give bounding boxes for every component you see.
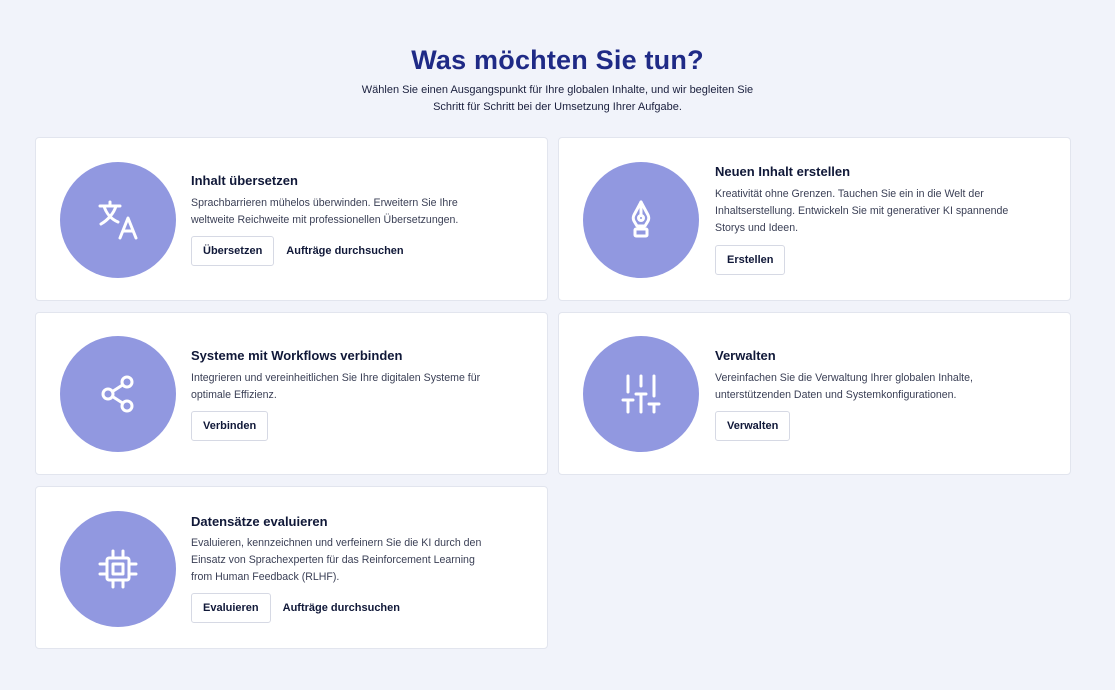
card-description-line: Vereinfachen Sie die Verwaltung Ihrer gl… — [715, 372, 973, 384]
card-description-line: Evaluieren, kennzeichnen und verfeinern … — [191, 537, 482, 549]
card-actions: Erstellen — [715, 245, 786, 275]
card-actions: Verwalten — [715, 411, 791, 441]
card-create: Neuen Inhalt erstellen Kreativität ohne … — [558, 137, 1071, 301]
card-description-line: Kreativität ohne Grenzen. Tauchen Sie ei… — [715, 188, 984, 200]
card-description-line: Einsatz von Sprachexperten für das Reinf… — [191, 554, 475, 567]
chip-icon — [98, 549, 138, 589]
card-manage: Verwalten Vereinfachen Sie die Verwaltun… — [558, 312, 1071, 475]
subtitle-line: Schritt für Schritt bei der Umsetzung Ih… — [433, 101, 682, 113]
card-description-line: weltweite Reichweite mit professionellen… — [191, 214, 459, 227]
card-translate: Inhalt übersetzen Sprachbarrieren mühelo… — [35, 137, 548, 301]
card-title: Verwalten — [715, 348, 776, 363]
share-icon-circle — [60, 336, 176, 452]
card-actions: Verbinden — [191, 411, 269, 441]
card-description-line: Inhaltserstellung. Entwickeln Sie mit ge… — [715, 205, 1009, 218]
sliders-icon — [621, 374, 661, 414]
card-evaluate: Datensätze evaluieren Evaluieren, kennze… — [35, 486, 548, 649]
card-description: Sprachbarrieren mühelos überwinden. Erwe… — [191, 195, 521, 229]
translate-icon — [98, 200, 138, 240]
card-description: Integrieren und vereinheitlichen Sie Ihr… — [191, 370, 521, 404]
page-subtitle: Wählen Sie einen Ausgangspunkt für Ihre … — [0, 82, 1115, 116]
card-description-line: optimale Effizienz. — [191, 389, 277, 402]
translate-icon-circle — [60, 162, 176, 278]
card-description: Vereinfachen Sie die Verwaltung Ihrer gl… — [715, 370, 1045, 404]
card-title: Datensätze evaluieren — [191, 514, 328, 529]
page-title: Was möchten Sie tun? — [411, 45, 704, 75]
connect-button[interactable]: Verbinden — [191, 411, 269, 441]
card-description: Evaluieren, kennzeichnen und verfeinern … — [191, 535, 531, 587]
pen-nib-icon-circle — [583, 162, 699, 278]
card-description-line: unterstützenden Daten und Systemkonfigur… — [715, 389, 957, 402]
card-actions: Übersetzen Aufträge durchsuchen — [191, 236, 404, 266]
card-description: Kreativität ohne Grenzen. Tauchen Sie ei… — [715, 186, 1055, 238]
page-header: Was möchten Sie tun? Wählen Sie einen Au… — [0, 44, 1115, 116]
browse-orders-link[interactable]: Aufträge durchsuchen — [283, 602, 400, 614]
card-description-line: Sprachbarrieren mühelos überwinden. Erwe… — [191, 197, 458, 209]
card-title: Neuen Inhalt erstellen — [715, 164, 851, 179]
sliders-icon-circle — [583, 336, 699, 452]
share-icon — [101, 375, 134, 413]
card-title: Systeme mit Workflows verbinden — [191, 348, 403, 363]
subtitle-line: Wählen Sie einen Ausgangspunkt für Ihre … — [361, 84, 754, 96]
card-connect: Systeme mit Workflows verbinden Integrie… — [35, 312, 548, 475]
card-title: Inhalt übersetzen — [191, 173, 298, 188]
browse-orders-link[interactable]: Aufträge durchsuchen — [286, 245, 403, 257]
evaluate-button[interactable]: Evaluieren — [191, 593, 271, 623]
chip-icon-circle — [60, 511, 176, 627]
pen-nib-icon — [631, 200, 651, 238]
card-description-line: from Human Feedback (RLHF). — [191, 571, 340, 584]
card-description-line: Integrieren und vereinheitlichen Sie Ihr… — [191, 372, 481, 384]
translate-button[interactable]: Übersetzen — [191, 236, 275, 266]
create-button[interactable]: Erstellen — [715, 245, 786, 275]
card-description-line: Storys und Ideen. — [715, 222, 799, 235]
card-actions: Evaluieren Aufträge durchsuchen — [191, 593, 400, 623]
manage-button[interactable]: Verwalten — [715, 411, 791, 441]
